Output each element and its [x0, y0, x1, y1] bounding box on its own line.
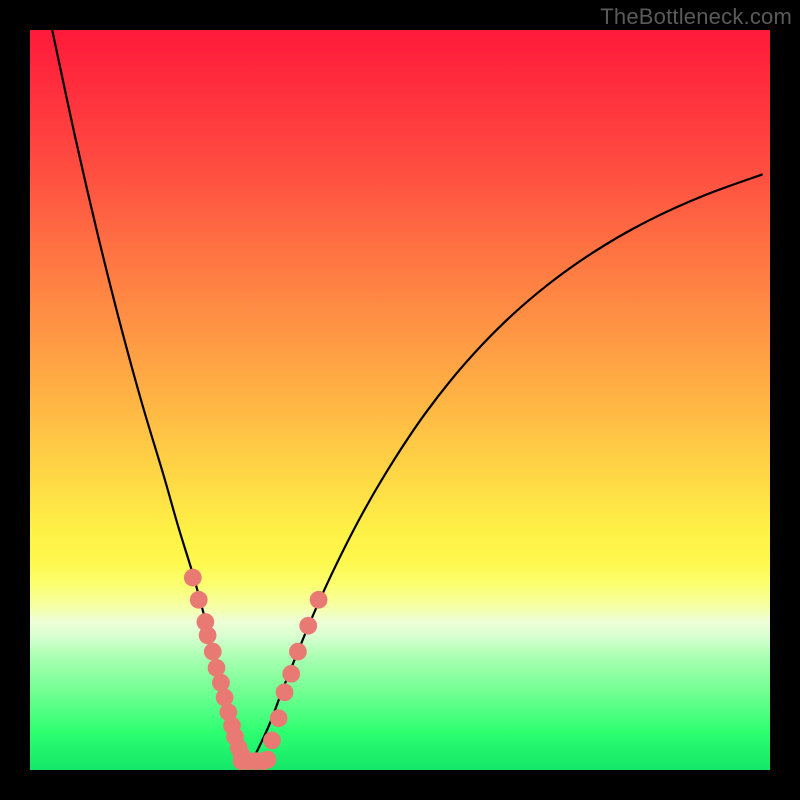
marker-point [204, 643, 222, 661]
marker-group [184, 569, 328, 770]
marker-point [270, 709, 288, 727]
marker-point [310, 591, 328, 609]
marker-point [190, 591, 208, 609]
curve-layer [30, 30, 770, 770]
marker-point [276, 683, 294, 701]
watermark-text: TheBottleneck.com [600, 4, 792, 30]
marker-point [259, 751, 277, 769]
plot-area [30, 30, 770, 770]
curve-right-branch [252, 174, 763, 761]
marker-point [216, 689, 234, 707]
marker-point [289, 643, 307, 661]
chart-frame: TheBottleneck.com [0, 0, 800, 800]
marker-point [212, 674, 230, 692]
marker-point [184, 569, 202, 587]
marker-point [282, 665, 300, 683]
marker-point [199, 626, 217, 644]
marker-point [299, 617, 317, 635]
marker-point [263, 732, 281, 750]
